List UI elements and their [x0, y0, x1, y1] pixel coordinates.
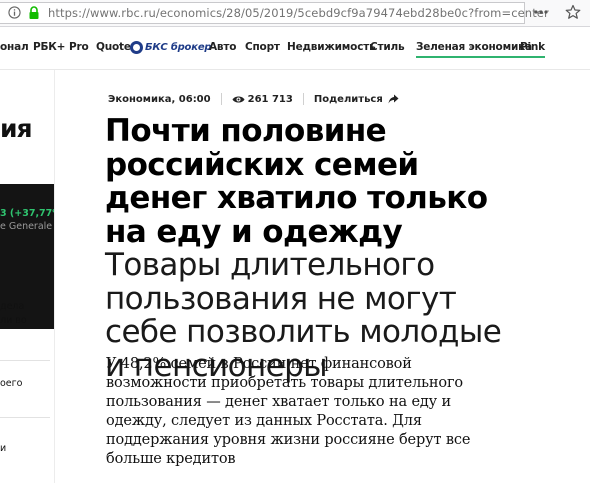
share-label: Поделиться [313, 93, 383, 105]
divider [0, 360, 50, 361]
eye-icon [232, 96, 245, 102]
lock-icon[interactable] [28, 6, 40, 20]
sidebar-snippet-3[interactable]: и [0, 442, 6, 455]
bookmark-star-icon[interactable] [565, 4, 581, 20]
market-name: e Generale [0, 221, 53, 232]
share-arrow-icon [388, 94, 399, 104]
divider [302, 93, 304, 105]
share-button[interactable]: Поделиться [314, 94, 399, 105]
bcs-broker-logo[interactable]: БКС брокер [130, 40, 212, 54]
browser-toolbar: https://www.rbc.ru/economics/28/05/2019/… [0, 0, 590, 27]
divider [0, 417, 50, 418]
sidebar-heading: ия [0, 114, 33, 143]
bcs-logo-text: БКС брокер [145, 41, 212, 53]
nav-item-sport[interactable]: Спорт [245, 41, 280, 53]
url-text[interactable]: https://www.rbc.ru/economics/28/05/2019/… [48, 6, 549, 20]
nav-item-quote[interactable]: Quote [96, 41, 131, 53]
left-sidebar: ия 3 (+37,77% e Generale дела ли во оего… [0, 70, 55, 483]
views-count: 261 713 [247, 93, 293, 105]
site-nav: онал РБК+ Pro Quote БКС брокер Авто Спор… [0, 27, 590, 70]
sidebar-snippet-1-line-1[interactable]: дела [0, 300, 24, 313]
article-category-time[interactable]: Экономика, 06:00 [108, 94, 211, 105]
market-change: 3 (+37,77% [0, 208, 54, 219]
sidebar-snippet-2[interactable]: оего [0, 377, 22, 390]
divider [220, 93, 222, 105]
info-icon[interactable] [8, 6, 21, 19]
article-lead: У 48,2% семей в России нет финансовой во… [106, 356, 471, 467]
nav-item-auto[interactable]: Авто [209, 41, 236, 53]
nav-item-pink[interactable]: Pink [520, 41, 545, 58]
headline-main: Почти половине российских семей денег хв… [105, 113, 488, 250]
nav-item-pro[interactable]: Pro [69, 41, 89, 53]
bcs-logo-icon [130, 40, 143, 54]
nav-item-style[interactable]: Стиль [370, 41, 405, 53]
address-bar[interactable]: https://www.rbc.ru/economics/28/05/2019/… [0, 2, 549, 24]
nav-item-green-economy[interactable]: Зеленая экономика [416, 41, 532, 58]
sidebar-snippet-1-line-2[interactable]: ли во [0, 314, 27, 327]
nav-item-realty[interactable]: Недвижимость [287, 41, 376, 53]
nav-item-regional[interactable]: онал [0, 41, 29, 53]
article-headline: Почти половине российских семей денег хв… [105, 113, 505, 383]
nav-item-rbc-plus[interactable]: РБК+ [33, 41, 65, 53]
page-actions-icon[interactable] [533, 5, 549, 19]
article-meta: Экономика, 06:00 261 713 Поделиться [108, 92, 399, 106]
